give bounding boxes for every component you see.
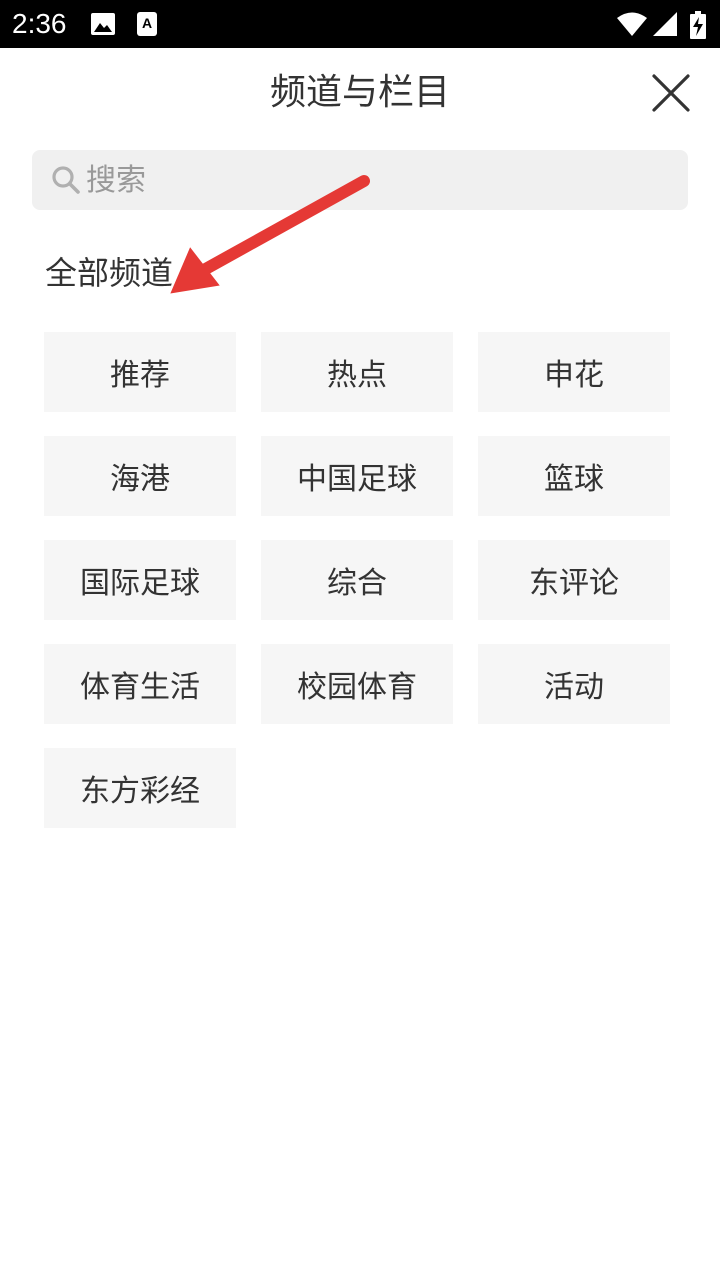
signal-icon [652, 11, 678, 41]
channel-chip[interactable]: 校园体育 [261, 644, 453, 724]
channel-chip[interactable]: 东方彩经 [44, 748, 236, 828]
annotation-arrow [170, 175, 370, 294]
channel-chip[interactable]: 海港 [44, 436, 236, 516]
search-icon [50, 164, 82, 200]
wifi-icon [616, 11, 648, 41]
channel-chip[interactable]: 篮球 [478, 436, 670, 516]
status-bar: 2:36 A [0, 0, 720, 48]
channel-chip[interactable]: 活动 [478, 644, 670, 724]
channel-chip[interactable]: 热点 [261, 332, 453, 412]
channel-chip[interactable]: 中国足球 [261, 436, 453, 516]
status-time: 2:36 [12, 8, 67, 39]
channel-chip[interactable]: 国际足球 [44, 540, 236, 620]
close-icon [652, 74, 690, 112]
page-title: 频道与栏目 [269, 72, 450, 113]
channel-grid: 推荐 热点 申花 海港 中国足球 篮球 国际足球 综合 东评论 体育生活 校园体… [44, 332, 684, 828]
svg-text:A: A [142, 15, 152, 31]
header: 频道与栏目 [0, 48, 720, 138]
font-icon: A [136, 11, 158, 41]
channel-chip[interactable]: 体育生活 [44, 644, 236, 724]
channel-chip[interactable]: 推荐 [44, 332, 236, 412]
channel-chip[interactable]: 综合 [261, 540, 453, 620]
channel-chip[interactable]: 东评论 [478, 540, 670, 620]
battery-charging-icon [690, 11, 706, 43]
image-icon [90, 11, 116, 41]
channel-chip[interactable]: 申花 [478, 332, 670, 412]
close-button[interactable] [648, 70, 694, 116]
